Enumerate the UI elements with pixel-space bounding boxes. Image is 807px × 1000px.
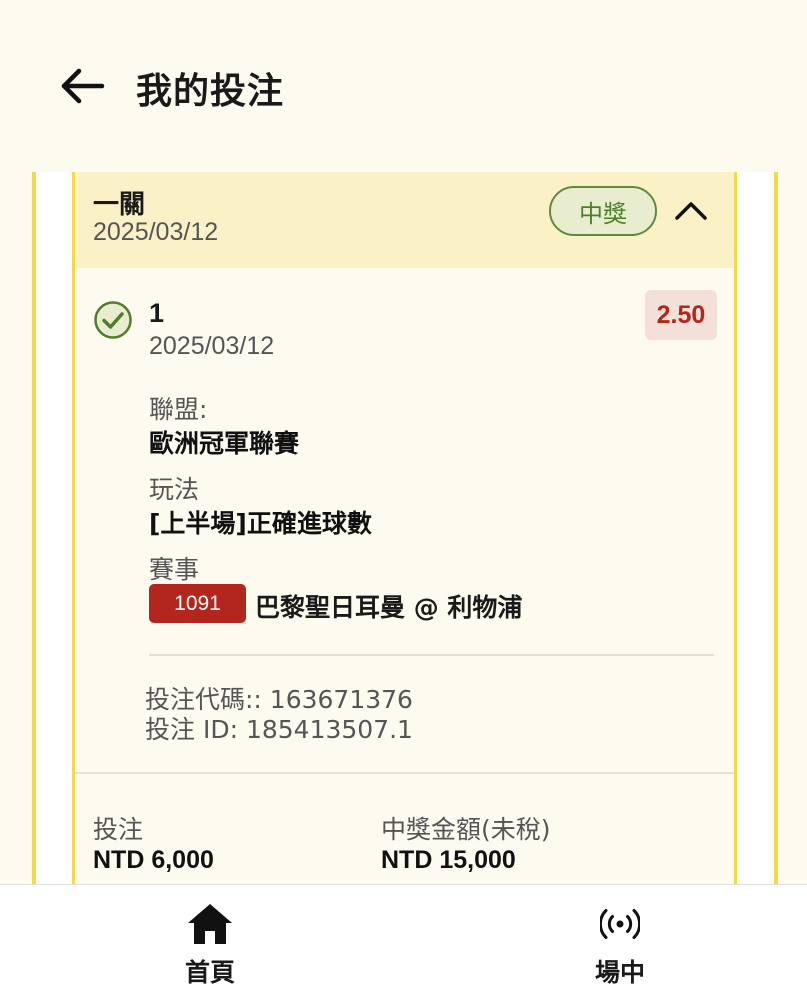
home-icon (188, 904, 232, 944)
nav-live-label: 場中 (594, 958, 645, 987)
live-broadcast-icon (600, 909, 640, 939)
event-name: 巴黎聖日耳曼 @ 利物浦 (255, 593, 523, 622)
payout-value: NTD 15,000 (381, 846, 516, 874)
chevron-up-icon (675, 202, 707, 220)
selection-number: 1 (149, 298, 165, 328)
odds-badge: 2.50 (645, 290, 717, 340)
nav-live[interactable]: 場中 (520, 885, 720, 1000)
page-header: 我的投注 (0, 0, 807, 172)
bet-date: 2025/03/12 (93, 218, 219, 246)
bet-card: 一關 2025/03/12 中獎 1 2025/03/12 2.50 聯盟: 歐… (72, 172, 737, 884)
check-circle-icon (94, 301, 132, 339)
stake-label: 投注 (93, 815, 144, 844)
selection-date: 2025/03/12 (149, 332, 275, 360)
bet-type: 一關 (93, 190, 146, 220)
league-label: 聯盟: (149, 395, 208, 424)
nav-home[interactable]: 首頁 (110, 885, 310, 1000)
event-label: 賽事 (149, 555, 200, 584)
back-button[interactable] (60, 66, 106, 106)
divider (149, 654, 714, 656)
arrow-left-icon (61, 68, 105, 104)
bottom-nav: 首頁 場中 (0, 884, 807, 1000)
collapse-button[interactable] (671, 192, 711, 228)
stake-value: NTD 6,000 (93, 846, 214, 874)
section-divider (75, 772, 734, 774)
league-value: 歐洲冠軍聯賽 (149, 429, 300, 458)
event-id-badge: 1091 (149, 584, 246, 623)
market-value: [上半場]正確進球數 (149, 509, 372, 538)
payout-label: 中獎金額(未稅) (381, 815, 551, 844)
bet-card-header[interactable]: 一關 2025/03/12 中獎 (75, 172, 734, 268)
nav-home-label: 首頁 (184, 958, 235, 987)
status-badge: 中獎 (549, 186, 657, 236)
page-title: 我的投注 (136, 71, 285, 112)
market-label: 玩法 (149, 475, 200, 504)
bet-id: 投注 ID: 185413507.1 (145, 715, 413, 744)
